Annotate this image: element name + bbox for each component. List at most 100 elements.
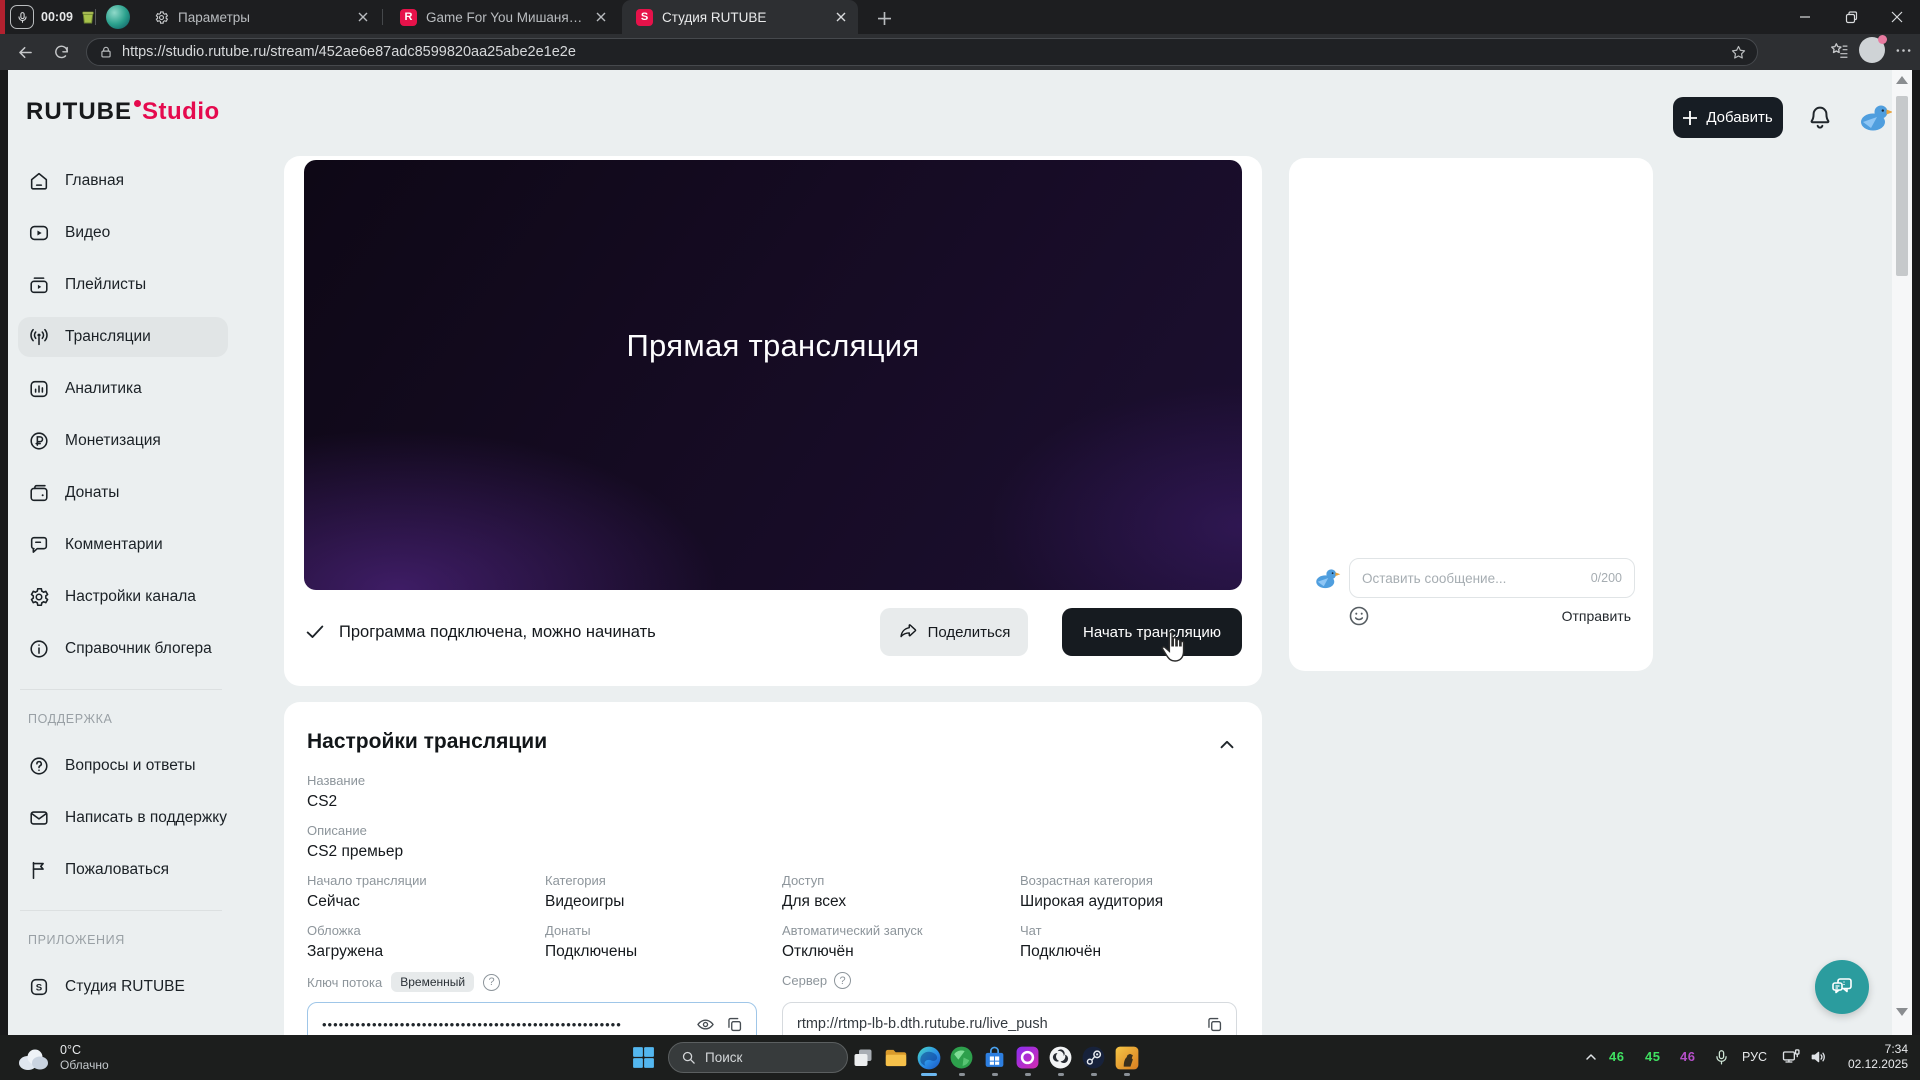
tab-title: Студия RUTUBE: [662, 10, 823, 25]
refresh-button[interactable]: [46, 37, 76, 67]
browser-profile-avatar[interactable]: [1859, 37, 1885, 63]
windows-logo-icon: [631, 1045, 656, 1070]
sidebar-item-monetization[interactable]: Монетизация: [8, 415, 234, 467]
url-bar[interactable]: https://studio.rutube.ru/stream/452ae6e8…: [86, 38, 1758, 66]
tray-microphone[interactable]: [1710, 1046, 1732, 1068]
sidebar-item-faq[interactable]: Вопросы и ответы: [8, 740, 234, 792]
green-globe-icon: [949, 1045, 974, 1070]
menu-dots-icon[interactable]: [1895, 42, 1912, 59]
copy-icon[interactable]: [1205, 1015, 1224, 1034]
scrollbar-thumb[interactable]: [1896, 96, 1908, 276]
help-icon[interactable]: ?: [483, 974, 500, 991]
start-button[interactable]: [630, 1044, 657, 1071]
stream-key-label-row: Ключ потока Временный ?: [307, 972, 500, 992]
share-button[interactable]: Поделиться: [880, 608, 1028, 656]
recording-mic-button[interactable]: [10, 5, 34, 29]
sidebar-item-studio-app[interactable]: S Студия RUTUBE: [8, 961, 234, 1013]
field-label-category: Категория: [545, 873, 606, 888]
field-value-start-time: Сейчас: [307, 893, 360, 911]
tray-expand-button[interactable]: [1580, 1046, 1602, 1068]
window-close-button[interactable]: [1874, 0, 1920, 34]
scroll-down-arrow[interactable]: [1896, 1008, 1908, 1020]
wallet-icon: [28, 482, 50, 504]
sidebar-item-blogger-guide[interactable]: Справочник блогера: [8, 623, 234, 675]
sidebar-item-broadcasts[interactable]: Трансляции: [8, 311, 234, 363]
taskbar-clock[interactable]: 7:34 02.12.2025: [1848, 1042, 1908, 1072]
file-explorer-button[interactable]: [882, 1044, 909, 1071]
sidebar-item-contact-support[interactable]: Написать в поддержку: [8, 792, 234, 844]
purple-app-button[interactable]: [1014, 1044, 1041, 1071]
tabstrip-separator: [95, 9, 96, 25]
back-button[interactable]: [10, 37, 40, 67]
question-icon: [28, 755, 50, 777]
favorites-icon[interactable]: [1830, 41, 1849, 60]
sidebar-item-channel-settings[interactable]: Настройки канала: [8, 571, 234, 623]
notifications-bell-button[interactable]: [1806, 103, 1836, 133]
steam-button[interactable]: [1080, 1044, 1107, 1071]
bookmark-star-icon[interactable]: [1730, 44, 1747, 61]
chat-bubbles-icon: [1828, 973, 1856, 1001]
tab-close-icon[interactable]: [592, 8, 610, 26]
task-view-button[interactable]: [849, 1044, 876, 1071]
left-edge: [0, 70, 8, 1035]
weather-widget[interactable]: 0°C Облачно: [14, 1035, 109, 1080]
collapse-chevron-button[interactable]: [1216, 734, 1238, 756]
app-running-indicator: [1091, 1073, 1097, 1076]
emoji-button[interactable]: [1347, 604, 1371, 628]
chat-avatar: [1311, 563, 1341, 593]
trash-icon[interactable]: [80, 9, 96, 25]
sidebar-item-label: Справочник блогера: [65, 640, 212, 658]
field-value-name: CS2: [307, 793, 337, 811]
sidebar-item-home[interactable]: Главная: [8, 155, 234, 207]
volume-indicator[interactable]: [1808, 1046, 1830, 1068]
add-button[interactable]: Добавить: [1673, 97, 1783, 138]
eye-icon[interactable]: [696, 1015, 715, 1034]
start-broadcast-button[interactable]: Начать трансляцию: [1062, 608, 1242, 656]
cs2-button[interactable]: [1113, 1044, 1140, 1071]
microsoft-store-button[interactable]: [981, 1044, 1008, 1071]
obs-studio-button[interactable]: [1047, 1044, 1074, 1071]
globe-icon[interactable]: [106, 5, 130, 29]
rutube-studio-page: RUTUBE Studio Добавить Главная Видео: [0, 70, 1920, 1035]
start-broadcast-label: Начать трансляцию: [1083, 624, 1221, 641]
weather-condition: Облачно: [60, 1058, 109, 1073]
edge-browser-button[interactable]: [915, 1044, 942, 1071]
green-globe-app-button[interactable]: [948, 1044, 975, 1071]
rutube-s-icon: S: [636, 9, 653, 26]
window-minimize-button[interactable]: [1782, 0, 1828, 34]
scroll-up-arrow[interactable]: [1896, 76, 1908, 88]
chat-send-button[interactable]: Отправить: [1562, 608, 1631, 624]
field-value-autostart: Отключён: [782, 943, 854, 961]
help-icon[interactable]: ?: [834, 972, 851, 989]
bird-avatar-icon: [1311, 563, 1341, 593]
window-maximize-button[interactable]: [1828, 0, 1874, 34]
sidebar-item-video[interactable]: Видео: [8, 207, 234, 259]
tab-parameters[interactable]: Параметры: [140, 0, 380, 34]
flag-icon: [28, 859, 50, 881]
check-icon: [304, 621, 326, 643]
sidebar-item-playlists[interactable]: Плейлисты: [8, 259, 234, 311]
tab-title: Параметры: [178, 10, 345, 25]
logo-text-rutube: RUTUBE: [26, 98, 132, 126]
sidebar-item-label: Аналитика: [65, 380, 142, 398]
support-chat-fab[interactable]: [1815, 960, 1869, 1014]
taskbar-search[interactable]: Поиск: [668, 1042, 848, 1073]
channel-avatar[interactable]: [1853, 96, 1895, 138]
chat-message-input[interactable]: [1362, 571, 1583, 586]
sidebar-item-report[interactable]: Пожаловаться: [8, 844, 234, 896]
tab-close-icon[interactable]: [832, 8, 850, 26]
plus-icon: [1683, 111, 1697, 125]
sidebar-item-donations[interactable]: Донаты: [8, 467, 234, 519]
sidebar-item-analytics[interactable]: Аналитика: [8, 363, 234, 415]
sidebar-item-comments[interactable]: Комментарии: [8, 519, 234, 571]
tab-close-icon[interactable]: [354, 8, 372, 26]
page-scrollbar[interactable]: [1892, 70, 1912, 1035]
sidebar-item-label: Плейлисты: [65, 276, 146, 294]
tab-game-for-you[interactable]: R Game For You Мишаня. Смотрит: [386, 0, 618, 34]
new-tab-button[interactable]: [872, 6, 896, 30]
obs-icon: [1048, 1045, 1073, 1070]
tab-rutube-studio[interactable]: S Студия RUTUBE: [622, 0, 858, 34]
copy-icon[interactable]: [725, 1015, 744, 1034]
network-indicator[interactable]: [1780, 1046, 1802, 1068]
language-indicator[interactable]: РУС: [1742, 1050, 1767, 1064]
